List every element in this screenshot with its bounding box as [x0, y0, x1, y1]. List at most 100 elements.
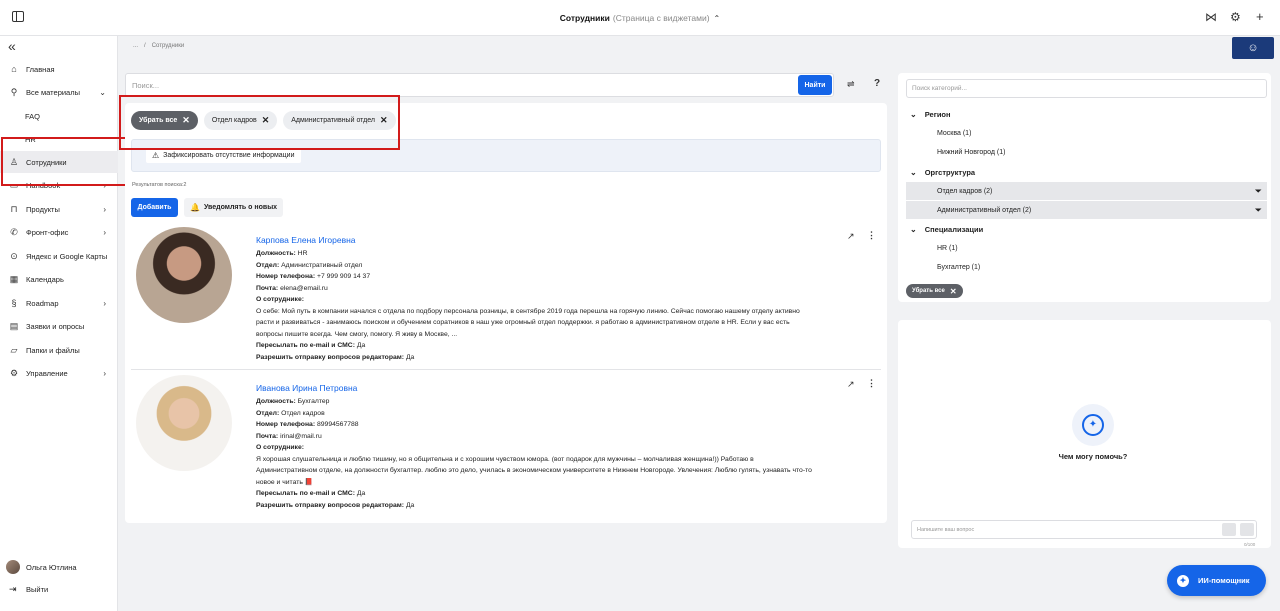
chevron-down-icon[interactable]: ⌄ — [910, 110, 917, 119]
notice-button-label: Зафиксировать отсутствие информации — [163, 152, 295, 159]
current-user[interactable]: Ольга Ютлина — [6, 560, 77, 574]
more-vertical-icon[interactable]: ⋮ — [867, 378, 876, 389]
field-value: +7 999 909 14 37 — [317, 273, 371, 280]
sidebar-item-requests[interactable]: ▤ Заявки и опросы — [0, 315, 118, 337]
bowtie-icon[interactable]: ⋈ — [1205, 11, 1217, 23]
category-group-region[interactable]: ⌄ Регион — [910, 110, 951, 119]
phone-icon: ✆ — [10, 227, 18, 237]
assistant-panel: ✦ Чем могу помочь? 0/100 — [898, 320, 1271, 548]
sidebar-item-all-materials[interactable]: ⚲ Все материалы ⌄ — [0, 81, 118, 103]
sidebar-item-products[interactable]: ⊓ Продукты › — [0, 198, 118, 220]
employee-email: Почта: irinal@mail.ru — [256, 431, 322, 443]
chevron-down-icon[interactable]: ⌄ — [99, 88, 106, 97]
more-vertical-icon[interactable]: ⋮ — [867, 230, 876, 241]
chevron-down-icon[interactable]: ⌄ — [910, 225, 917, 234]
ai-assistant-label: ИИ-помощник — [1198, 576, 1250, 585]
sidebar-item-maps[interactable]: ⊙ Яндекс и Google Карты — [0, 245, 118, 267]
employee-name-link[interactable]: Карпова Елена Игоревна — [256, 235, 356, 245]
close-icon[interactable]: ✕ — [950, 287, 957, 296]
employee-name-link[interactable]: Иванова Ирина Петровна — [256, 383, 357, 393]
help-icon[interactable]: ? — [874, 78, 880, 89]
employee-forward: Пересылать по e-mail и СМС: Да — [256, 340, 365, 352]
chevron-right-icon[interactable]: › — [103, 299, 106, 308]
filter-icon[interactable]: ⏷ — [1255, 205, 1262, 216]
collapse-sidebar-icon[interactable]: « — [8, 38, 16, 54]
ai-assistant-button[interactable]: ✦ ИИ-помощник — [1167, 565, 1266, 596]
employee-department: Отдел: Отдел кадров — [256, 408, 325, 420]
employee-phone: Номер телефона: +7 999 909 14 37 — [256, 271, 370, 283]
sidebar-item-folders[interactable]: ▱ Папки и файлы — [0, 339, 118, 361]
field-value: elena@email.ru — [280, 284, 328, 292]
category-search-input[interactable] — [906, 79, 1267, 98]
chevron-right-icon[interactable]: › — [103, 369, 106, 378]
employee-phone: Номер телефона: 89994567788 — [256, 419, 359, 431]
page-title[interactable]: Сотрудники (Страница с виджетами) ⌃ — [0, 13, 1280, 23]
category-item[interactable]: Бухгалтер (1) — [906, 258, 1267, 276]
category-item-label: Москва (1) — [937, 129, 972, 137]
filter-icon[interactable]: ⏷ — [1255, 186, 1262, 197]
employee-email: Почта: elena@email.ru — [256, 283, 328, 295]
sidebar-item-home[interactable]: ⌂ Главная — [0, 58, 118, 80]
folder-icon: ▱ — [10, 345, 18, 355]
category-item[interactable]: Москва (1) — [906, 124, 1267, 142]
route-icon: § — [11, 298, 17, 308]
category-item[interactable]: Нижний Новгород (1) — [906, 143, 1267, 161]
logout-button[interactable]: ⇥ Выйти — [9, 584, 48, 595]
field-value: Да — [356, 342, 366, 349]
send-button[interactable] — [1240, 523, 1254, 536]
employee-position: Должность: HR — [256, 248, 307, 260]
add-button[interactable]: Добавить — [131, 198, 178, 217]
calendar-icon: ▦ — [9, 274, 19, 284]
sidebar-item-front-office[interactable]: ✆ Фронт-офис › — [0, 221, 118, 243]
chevron-down-icon[interactable]: ⌄ — [910, 168, 917, 177]
employee-forward: Пересылать по e-mail и СМС: Да — [256, 488, 365, 500]
external-link-icon[interactable]: ↗ — [847, 231, 855, 242]
field-label: Почта: — [256, 284, 279, 292]
category-item-selected[interactable]: Отдел кадров (2) ⏷ — [906, 182, 1267, 200]
category-clear-all-chip[interactable]: Убрать все ✕ — [906, 284, 963, 298]
category-item-label: Административный отдел (2) — [937, 206, 1032, 214]
sidebar-item-management[interactable]: ⚙ Управление › — [0, 362, 118, 384]
robot-avatar-button[interactable]: ☺ — [1232, 37, 1274, 59]
external-link-icon[interactable]: ↗ — [847, 379, 855, 390]
notify-button[interactable]: 🔔 Уведомлять о новых — [184, 198, 284, 217]
gear-icon[interactable]: ⚙ — [1230, 11, 1241, 23]
sidebar-item-label: Все материалы — [26, 87, 80, 97]
chip-label: Убрать все — [912, 288, 945, 294]
category-item-selected[interactable]: Административный отдел (2) ⏷ — [906, 201, 1267, 219]
assistant-question-input[interactable] — [911, 520, 1257, 539]
plus-icon[interactable]: + — [1256, 10, 1264, 23]
employee-position: Должность: Бухгалтер — [256, 396, 329, 408]
search-row: Найти ⇌ ? — [125, 73, 887, 97]
employee-bio: О себе: Мой путь в компании начался с от… — [256, 307, 800, 338]
category-item-label: Нижний Новгород (1) — [937, 148, 1006, 156]
chevron-right-icon[interactable]: › — [103, 228, 106, 237]
category-group-specializations[interactable]: ⌄ Специализации — [910, 225, 983, 234]
sidebar-item-label: Фронт-офис — [26, 227, 69, 237]
top-bar: Сотрудники (Страница с виджетами) ⌃ ⋈ ⚙ + — [0, 0, 1280, 36]
category-item-label: HR (1) — [937, 244, 958, 252]
search-input[interactable] — [125, 73, 834, 97]
category-group-org[interactable]: ⌄ Оргструктура — [910, 168, 975, 177]
sidebar: « ⌂ Главная ⚲ Все материалы ⌄ FAQ HR ♙ Сотру… — [0, 36, 118, 611]
sidebar-item-calendar[interactable]: ▦ Календарь — [0, 268, 118, 290]
char-counter: 0/100 — [1244, 542, 1256, 547]
page-title-text: Сотрудники — [559, 13, 610, 23]
field-label: Должность: — [256, 250, 296, 257]
avatar — [6, 560, 20, 574]
filter-settings-icon[interactable]: ⇌ — [847, 79, 855, 90]
chevron-up-icon[interactable]: ⌃ — [714, 14, 721, 23]
breadcrumb-ellipsis[interactable]: ... — [133, 43, 138, 49]
sidebar-item-faq[interactable]: FAQ — [0, 105, 118, 127]
find-button[interactable]: Найти — [798, 75, 832, 95]
assistant-logo: ✦ — [1072, 404, 1114, 446]
field-value: Да — [356, 490, 366, 497]
category-item[interactable]: HR (1) — [906, 239, 1267, 257]
field-label: Разрешить отправку вопросов редакторам: — [256, 501, 405, 509]
field-value: 89994567788 — [317, 421, 359, 428]
chevron-right-icon[interactable]: › — [103, 205, 106, 214]
user-name: Ольга Ютлина — [26, 562, 77, 572]
report-missing-info-button[interactable]: ⚠ Зафиксировать отсутствие информации — [146, 148, 301, 163]
sidebar-item-roadmap[interactable]: § Roadmap › — [0, 292, 118, 314]
attach-button[interactable] — [1222, 523, 1236, 536]
